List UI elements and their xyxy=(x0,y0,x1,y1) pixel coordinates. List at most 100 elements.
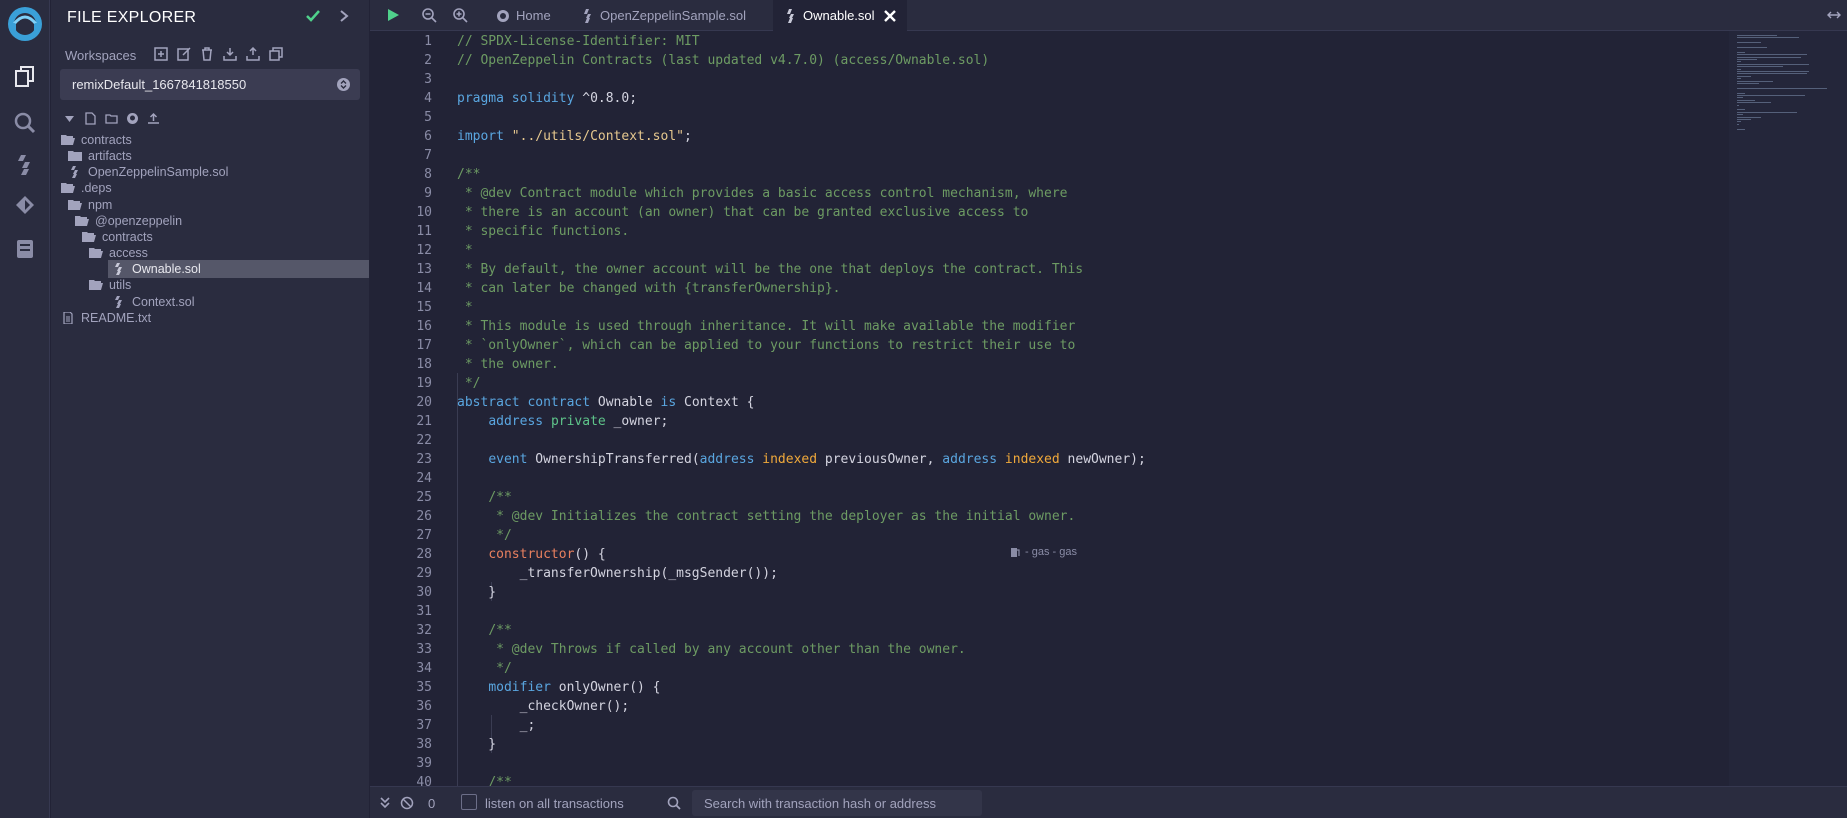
updown-icon xyxy=(337,78,350,91)
zoom-in-icon[interactable] xyxy=(452,7,468,23)
line-number: 9 xyxy=(424,186,432,201)
solidity-file-icon xyxy=(112,263,126,275)
remix-logo-icon[interactable] xyxy=(5,4,45,44)
line-number: 36 xyxy=(416,699,432,714)
solidity-file-icon xyxy=(580,8,594,23)
line-number: 20 xyxy=(416,395,432,410)
code-minimap[interactable] xyxy=(1729,31,1847,786)
delete-workspace-icon[interactable] xyxy=(200,47,214,61)
tree-item-label: @openzeppelin xyxy=(95,214,183,228)
line-number: 29 xyxy=(416,566,432,581)
upload-icon[interactable] xyxy=(147,112,160,125)
tab-ownable[interactable]: Ownable.sol xyxy=(773,0,907,31)
solidity-compiler-icon[interactable] xyxy=(12,152,38,178)
line-number: 25 xyxy=(416,490,432,505)
gas-hint-text: - gas - gas xyxy=(1025,546,1077,558)
deploy-run-icon[interactable] xyxy=(12,193,38,219)
editor-tab-bar: Home OpenZeppelinSample.sol Ownable.sol xyxy=(370,0,1847,31)
tree-item-label: npm xyxy=(88,198,113,212)
expand-panel-icon[interactable] xyxy=(1827,8,1841,22)
tree-item-ownable[interactable]: Ownable.sol xyxy=(108,260,369,278)
line-number: 6 xyxy=(424,129,432,144)
icon-rail xyxy=(0,0,50,818)
restore-workspace-icon[interactable] xyxy=(246,46,260,61)
gas-estimate: - gas - gas xyxy=(1010,546,1077,558)
line-number: 24 xyxy=(416,471,432,486)
tree-item-label: .deps xyxy=(81,181,112,195)
folder-open-icon xyxy=(68,199,82,211)
plugin-manager-icon[interactable] xyxy=(12,236,38,262)
line-number: 40 xyxy=(416,775,432,786)
line-number: 33 xyxy=(416,642,432,657)
line-number: 17 xyxy=(416,338,432,353)
line-number: 39 xyxy=(416,756,432,771)
line-number: 37 xyxy=(416,718,432,733)
code-editor[interactable]: 1 2 3 4 5 6 7 8 9 10 11 12 13 14 15 16 17 18 19 20 21 22 23 24 2… xyxy=(370,31,1847,786)
tree-item-label: access xyxy=(109,246,148,260)
file-explorer-panel: FILE EXPLORER Workspaces remixDefault_16… xyxy=(51,0,369,818)
solidity-file-icon xyxy=(112,296,126,308)
line-number: 5 xyxy=(424,110,432,125)
download-workspace-icon[interactable] xyxy=(223,47,237,61)
line-number: 13 xyxy=(416,262,432,277)
search-icon xyxy=(667,796,681,810)
line-number: 28 xyxy=(416,547,432,562)
rename-workspace-icon[interactable] xyxy=(177,47,191,61)
tree-item-label: contracts xyxy=(81,133,132,147)
file-tree-toolbar xyxy=(63,112,160,125)
line-number: 18 xyxy=(416,357,432,372)
line-number: 3 xyxy=(424,72,432,87)
clear-console-icon[interactable] xyxy=(400,796,414,810)
tree-item-label: README.txt xyxy=(81,311,152,325)
folder-open-icon xyxy=(75,215,89,227)
line-number: 2 xyxy=(424,53,432,68)
line-number-gutter: 1 2 3 4 5 6 7 8 9 10 11 12 13 14 15 16 17 18 19 20 21 22 23 24 2… xyxy=(370,31,432,786)
tab-label: Home xyxy=(516,8,551,23)
run-script-icon[interactable] xyxy=(385,7,401,23)
check-icon xyxy=(304,7,322,25)
remix-home-icon xyxy=(496,9,510,23)
workspace-actions xyxy=(154,46,283,61)
tab-home[interactable]: Home xyxy=(486,0,561,31)
line-number: 4 xyxy=(424,91,432,106)
close-icon[interactable] xyxy=(883,9,897,23)
line-number: 12 xyxy=(416,243,432,258)
file-explorer-icon[interactable] xyxy=(12,64,38,90)
line-number: 16 xyxy=(416,319,432,334)
folder-open-icon xyxy=(61,134,75,146)
line-number: 1 xyxy=(424,34,432,49)
listen-label: listen on all transactions xyxy=(485,796,624,811)
tx-search-input[interactable] xyxy=(692,790,982,816)
tree-item-label: Ownable.sol xyxy=(132,262,201,276)
line-number: 32 xyxy=(416,623,432,638)
tab-openzeppelinsample[interactable]: OpenZeppelinSample.sol xyxy=(570,0,756,31)
tree-item-label: utils xyxy=(109,278,132,292)
line-number: 38 xyxy=(416,737,432,752)
caret-down-icon[interactable] xyxy=(63,112,76,125)
line-number: 27 xyxy=(416,528,432,543)
solidity-file-icon xyxy=(783,8,797,23)
listen-checkbox[interactable] xyxy=(461,794,477,810)
github-icon[interactable] xyxy=(126,112,139,125)
tree-item-utils[interactable]: utils xyxy=(89,276,131,294)
workspace-select[interactable]: remixDefault_1667841818550 xyxy=(60,69,360,100)
line-number: 30 xyxy=(416,585,432,600)
chevron-right-icon[interactable] xyxy=(337,8,351,24)
tree-item-deps[interactable]: .deps xyxy=(61,179,112,197)
new-file-icon[interactable] xyxy=(84,112,97,125)
line-number: 10 xyxy=(416,205,432,220)
new-folder-icon[interactable] xyxy=(105,112,118,125)
zoom-out-icon[interactable] xyxy=(421,7,437,23)
line-number: 22 xyxy=(416,433,432,448)
text-file-icon xyxy=(61,312,75,324)
tab-label: OpenZeppelinSample.sol xyxy=(600,8,746,23)
chevrons-down-icon[interactable] xyxy=(378,796,392,810)
search-icon[interactable] xyxy=(12,110,38,136)
create-workspace-icon[interactable] xyxy=(154,47,168,61)
panel-title: FILE EXPLORER xyxy=(67,9,197,26)
tree-item-readme[interactable]: README.txt xyxy=(61,309,151,327)
line-number: 23 xyxy=(416,452,432,467)
pending-tx-count: 0 xyxy=(428,796,436,811)
line-number: 31 xyxy=(416,604,432,619)
clone-workspace-icon[interactable] xyxy=(269,47,283,61)
